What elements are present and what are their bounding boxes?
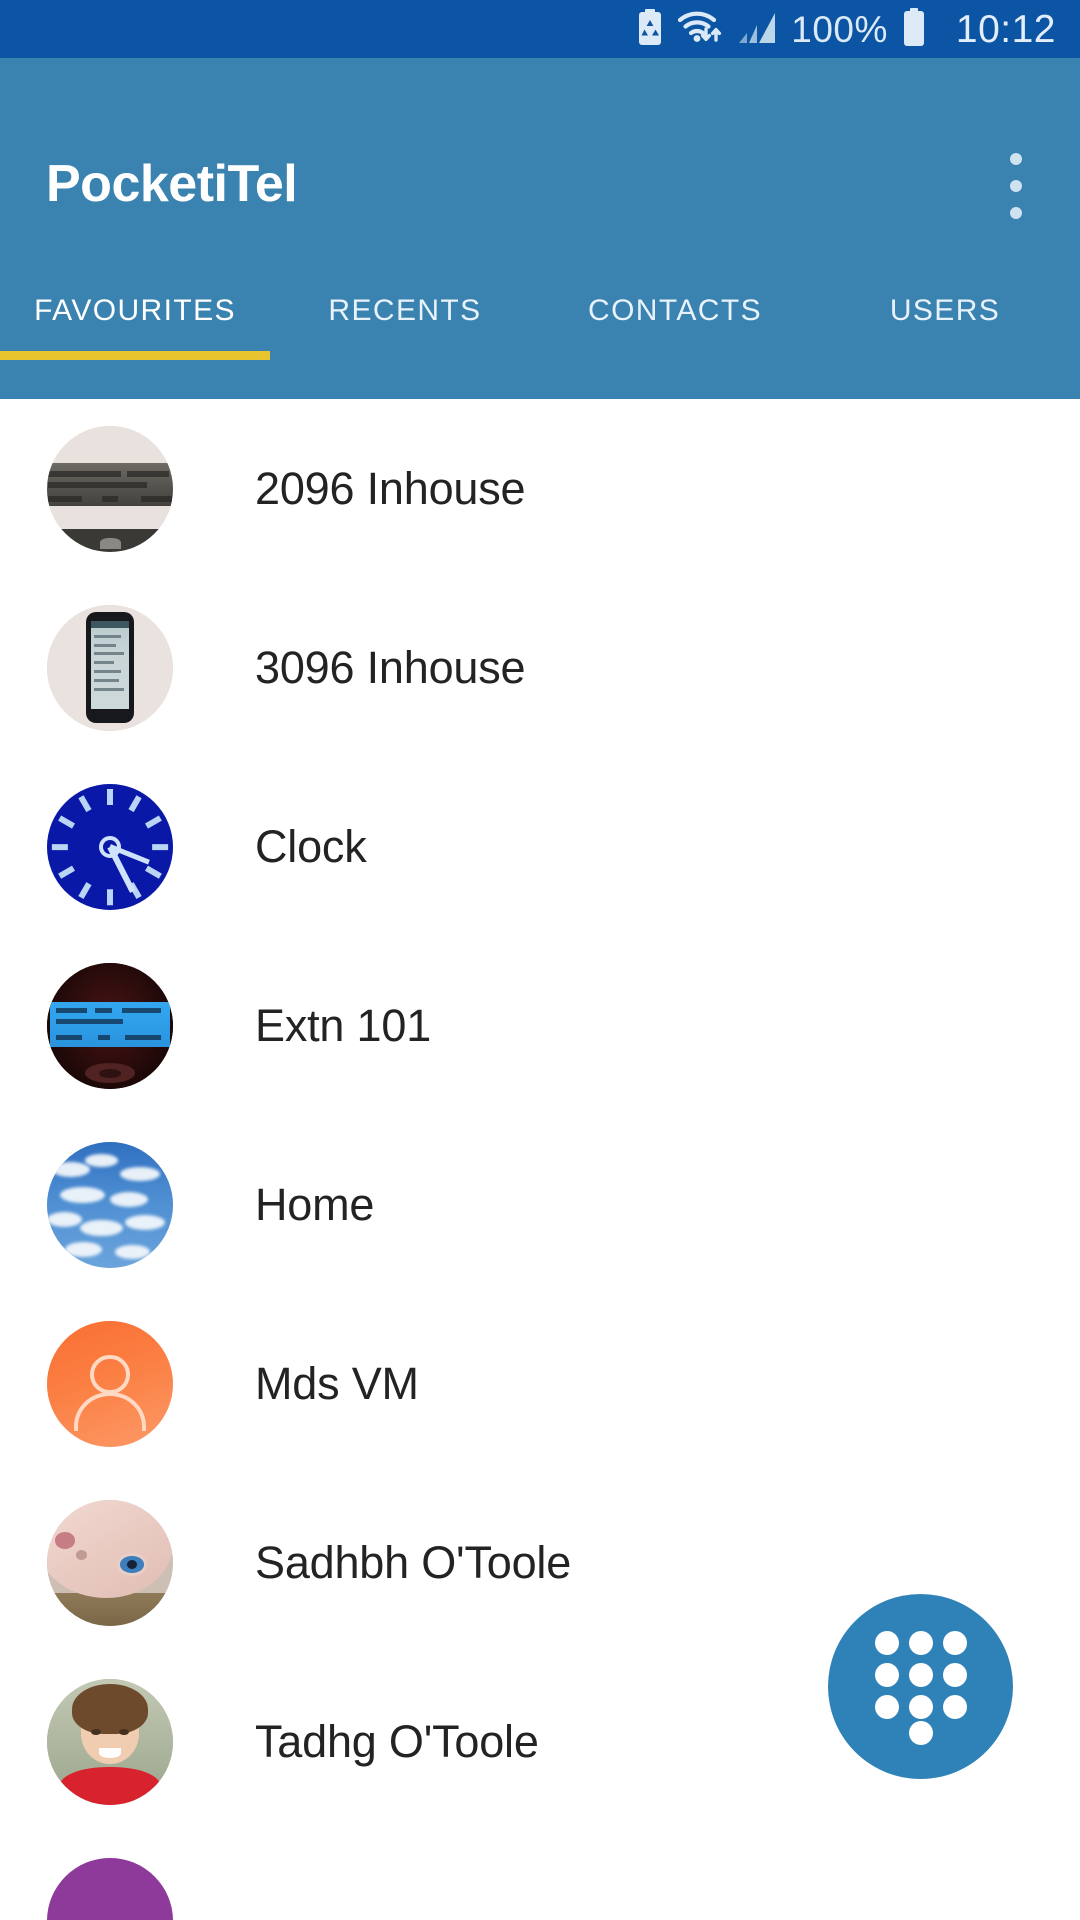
contact-name: Tadhg O'Toole: [255, 1715, 539, 1767]
list-item[interactable]: [0, 1831, 1080, 1920]
smartphone-photo: [47, 604, 173, 731]
blue-analog-clock-photo: [47, 783, 173, 910]
avatar: [47, 1857, 173, 1920]
menu-dot: [1010, 153, 1022, 165]
status-bar: 100% 10:12: [0, 0, 1080, 58]
contact-name: Sadhbh O'Toole: [255, 1536, 572, 1588]
status-bar-icons: 100% 10:12: [637, 7, 1056, 51]
list-item[interactable]: 2096 Inhouse: [0, 399, 1080, 578]
app-screen: 100% 10:12 PocketiTel FAVOURITES RECENTS…: [0, 0, 1080, 1920]
boy-red-shirt-photo: [47, 1678, 173, 1805]
dialpad-fab-button[interactable]: [828, 1594, 1013, 1779]
contact-name: Clock: [255, 820, 367, 872]
dialpad-icon: [874, 1630, 967, 1745]
clock-label: 10:12: [955, 7, 1056, 51]
tab-contacts[interactable]: CONTACTS: [540, 263, 810, 359]
contact-name: 3096 Inhouse: [255, 641, 526, 693]
list-item[interactable]: Home: [0, 1115, 1080, 1294]
list-item[interactable]: 3096 Inhouse: [0, 578, 1080, 757]
recycle-battery-icon: [637, 8, 663, 50]
blue-sky-clouds-photo: [47, 1141, 173, 1268]
list-item[interactable]: Extn 101: [0, 936, 1080, 1115]
page-title: PocketiTel: [46, 155, 298, 213]
avatar: [47, 783, 173, 910]
more-vertical-icon[interactable]: [994, 149, 1038, 223]
blue-lcd-phone-photo: [47, 962, 173, 1089]
avatar: [47, 1141, 173, 1268]
tab-label: RECENTS: [328, 294, 482, 327]
avatar: [47, 604, 173, 731]
avatar: [47, 1320, 173, 1447]
tab-label: FAVOURITES: [34, 294, 236, 327]
contact-name: 2096 Inhouse: [255, 462, 526, 514]
menu-dot: [1010, 180, 1022, 192]
purple-placeholder: [47, 1857, 173, 1920]
tab-active-indicator: [0, 351, 270, 360]
avatar: [47, 1678, 173, 1805]
tab-label: CONTACTS: [588, 294, 762, 327]
tab-list: FAVOURITES RECENTS CONTACTS USERS: [0, 263, 1080, 359]
tab-favourites[interactable]: FAVOURITES: [0, 263, 270, 359]
wifi-transfer-icon: [677, 9, 723, 50]
contact-name: Extn 101: [255, 999, 432, 1051]
contact-name: Mds VM: [255, 1357, 419, 1409]
menu-dot: [1010, 207, 1022, 219]
desk-phone-lcd-photo: [47, 425, 173, 552]
list-item[interactable]: Clock: [0, 757, 1080, 936]
baby-face-photo: [47, 1499, 173, 1626]
avatar: [47, 425, 173, 552]
avatar: [47, 962, 173, 1089]
cellular-signal-icon: [737, 9, 777, 50]
app-bar: PocketiTel: [0, 58, 1080, 263]
avatar: [47, 1499, 173, 1626]
tab-bar: FAVOURITES RECENTS CONTACTS USERS: [0, 263, 1080, 399]
list-item[interactable]: Mds VM: [0, 1294, 1080, 1473]
tab-users[interactable]: USERS: [810, 263, 1080, 359]
tab-label: USERS: [889, 294, 1001, 327]
contact-name: Home: [255, 1178, 375, 1230]
battery-full-icon: [902, 7, 926, 51]
tab-recents[interactable]: RECENTS: [270, 263, 540, 359]
battery-percent-label: 100%: [791, 8, 888, 50]
orange-person-placeholder: [47, 1320, 173, 1447]
